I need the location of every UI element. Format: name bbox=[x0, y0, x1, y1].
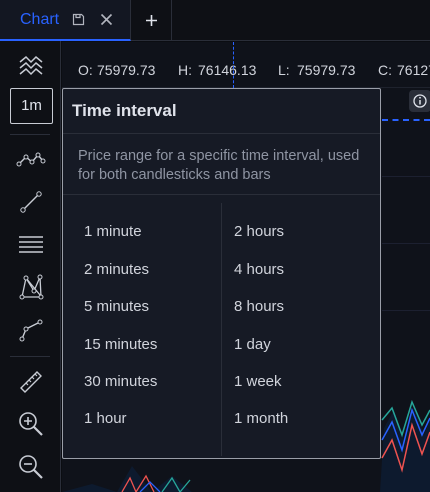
plus-icon bbox=[146, 15, 157, 26]
popup-divider bbox=[63, 194, 380, 195]
horizontal-lines-tool[interactable] bbox=[14, 227, 48, 261]
tab-bar: Chart bbox=[0, 0, 430, 41]
interval-option[interactable]: 2 hours bbox=[234, 223, 284, 240]
popup-divider bbox=[63, 133, 380, 134]
zoom-out-button[interactable] bbox=[14, 450, 48, 484]
interval-option[interactable]: 1 month bbox=[234, 410, 288, 427]
zoom-out-icon bbox=[19, 455, 43, 479]
layers-icon bbox=[19, 55, 43, 76]
fib-lines-icon bbox=[19, 236, 43, 253]
interval-option[interactable]: 8 hours bbox=[234, 298, 284, 315]
popup-description: Price range for a specific time interval… bbox=[78, 148, 360, 183]
info-button[interactable] bbox=[409, 90, 430, 112]
interval-option[interactable]: 30 minutes bbox=[84, 373, 157, 390]
chart-style-button[interactable] bbox=[14, 50, 48, 84]
trend-line-tool[interactable] bbox=[14, 185, 48, 219]
tab-chart[interactable]: Chart bbox=[0, 0, 131, 41]
close-label: C: bbox=[378, 62, 392, 78]
zoom-in-icon bbox=[19, 412, 43, 436]
interval-option[interactable]: 4 hours bbox=[234, 261, 284, 278]
save-icon[interactable] bbox=[72, 13, 85, 26]
left-toolbar: 1m bbox=[0, 41, 61, 492]
interval-option[interactable]: 5 minutes bbox=[84, 298, 149, 315]
close-value: 76127 bbox=[397, 62, 430, 78]
interval-button[interactable]: 1m bbox=[10, 88, 53, 124]
popup-title: Time interval bbox=[72, 101, 177, 120]
interval-option[interactable]: 1 week bbox=[234, 373, 282, 390]
high-label: H: bbox=[178, 62, 192, 78]
popup-column-divider bbox=[221, 203, 222, 456]
interval-option[interactable]: 15 minutes bbox=[84, 336, 157, 353]
interval-option[interactable]: 1 hour bbox=[84, 410, 127, 427]
open-label: O: bbox=[78, 62, 93, 78]
ruler-icon bbox=[20, 371, 42, 393]
pattern-tool[interactable] bbox=[14, 270, 48, 304]
low-label: L: bbox=[278, 62, 290, 78]
grid-line bbox=[382, 176, 430, 177]
grid-line bbox=[382, 243, 430, 244]
trend-line-icon bbox=[20, 191, 42, 213]
indicator-line-tool[interactable] bbox=[14, 142, 48, 176]
low-value: 75979.73 bbox=[297, 62, 356, 78]
crosshair-line bbox=[233, 42, 234, 88]
zoom-in-button[interactable] bbox=[14, 407, 48, 441]
toolbar-divider bbox=[10, 356, 50, 357]
add-tab-button[interactable] bbox=[131, 0, 172, 41]
grid-line bbox=[382, 310, 430, 311]
interval-option[interactable]: 1 minute bbox=[84, 223, 142, 240]
info-icon bbox=[413, 94, 427, 108]
close-icon[interactable] bbox=[100, 13, 113, 26]
open-value: 75979.73 bbox=[97, 62, 156, 78]
measure-tool[interactable] bbox=[14, 365, 48, 399]
toolbar-divider bbox=[10, 134, 50, 135]
tab-title: Chart bbox=[20, 11, 60, 28]
ohlc-legend: O: 75979.73 H: 76146.13 L: 75979.73 C: 7… bbox=[62, 42, 430, 88]
interval-option[interactable]: 2 minutes bbox=[84, 261, 149, 278]
path-icon bbox=[19, 319, 43, 342]
pattern-icon bbox=[19, 274, 44, 300]
line-chart-icon bbox=[16, 152, 46, 167]
high-value: 76146.13 bbox=[198, 62, 257, 78]
current-price-line bbox=[382, 119, 430, 121]
path-tool[interactable] bbox=[14, 313, 48, 347]
time-interval-popup: Time interval Price range for a specific… bbox=[62, 88, 381, 459]
interval-option[interactable]: 1 day bbox=[234, 336, 271, 353]
